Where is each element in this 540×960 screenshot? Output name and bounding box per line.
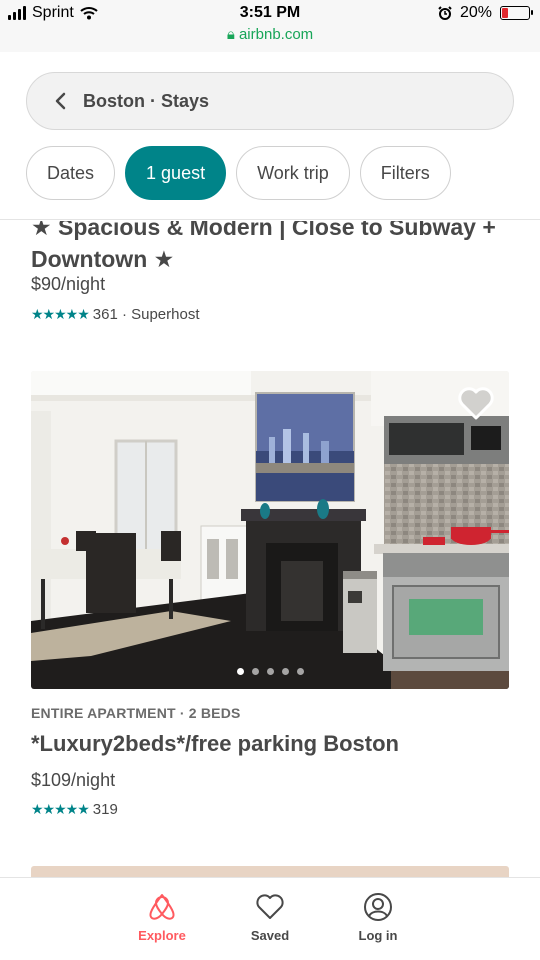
lock-icon: 🔒︎ [226, 26, 235, 43]
apartment-photo [31, 371, 509, 689]
pagination-dot[interactable] [266, 668, 274, 675]
back-arrow-icon[interactable] [45, 86, 75, 116]
listing-rating: ★★★★★ 319 [31, 801, 118, 818]
airbnb-logo-icon [149, 894, 175, 920]
listing-feed[interactable]: ★ Spacious & Modern | Close to Subway + … [0, 221, 540, 878]
more-filters-button[interactable]: Filters [359, 146, 451, 200]
nav-explore-label: Explore [138, 928, 186, 943]
bottom-navigation: Explore Saved Log in [0, 877, 540, 960]
rating-text: 361 · Superhost [92, 306, 200, 323]
heart-icon [458, 387, 494, 420]
status-bar: Sprint 3:51 PM 🔒︎ airbnb.com 20% [0, 0, 540, 52]
rating-stars-icon: ★★★★★ [31, 801, 90, 817]
search-bar[interactable]: Boston · Stays [26, 72, 514, 130]
work-trip-filter-button[interactable]: Work trip [236, 146, 350, 200]
user-icon [364, 893, 392, 921]
listing-photo[interactable] [31, 371, 509, 689]
rating-text: 319 [92, 801, 118, 818]
rating-stars-icon: ★★★★★ [31, 306, 90, 322]
photo-pagination [31, 668, 509, 675]
pagination-dot[interactable] [251, 668, 259, 675]
url-text: airbnb.com [238, 26, 314, 43]
alarm-icon [438, 6, 452, 20]
nav-saved[interactable]: Saved [216, 878, 324, 960]
filter-chips: Dates 1 guest Work trip Filters [26, 146, 451, 200]
listing-title-line-1: ★ Spacious & Modern | Close to Subway + [31, 221, 496, 240]
listing-price: $109/night [31, 770, 116, 790]
pagination-dot[interactable] [296, 668, 304, 675]
pagination-dot[interactable] [281, 668, 289, 675]
url-bar[interactable]: 🔒︎ airbnb.com [0, 26, 540, 43]
nav-explore[interactable]: Explore [108, 878, 216, 960]
listing-title[interactable]: *Luxury2beds*/free parking Boston [31, 731, 399, 757]
battery-info: 20% [438, 4, 533, 22]
nav-saved-label: Saved [250, 928, 290, 943]
listing-rating: ★★★★★ 361 · Superhost [31, 306, 200, 323]
listing-title[interactable]: ★ Spacious & Modern | Close to Subway + … [31, 221, 501, 275]
dates-filter-button[interactable]: Dates [26, 146, 116, 200]
heart-icon [256, 894, 284, 919]
nav-login[interactable]: Log in [324, 878, 432, 960]
guests-filter-button[interactable]: 1 guest [125, 146, 227, 200]
nav-login-label: Log in [358, 928, 398, 943]
listing-type: ENTIRE APARTMENT · 2 BEDS [31, 705, 241, 721]
pagination-dot[interactable] [236, 668, 244, 675]
search-header: Boston · Stays Dates 1 guest Work trip F… [0, 52, 540, 220]
battery-level [502, 8, 508, 18]
save-heart-button[interactable] [457, 385, 495, 421]
battery-icon [500, 6, 533, 20]
battery-percent: 20% [459, 4, 492, 21]
listing-title-line-2: Downtown ★ [31, 246, 175, 272]
search-location: Boston · Stays [83, 90, 210, 111]
listing-price: $90/night [31, 274, 106, 294]
